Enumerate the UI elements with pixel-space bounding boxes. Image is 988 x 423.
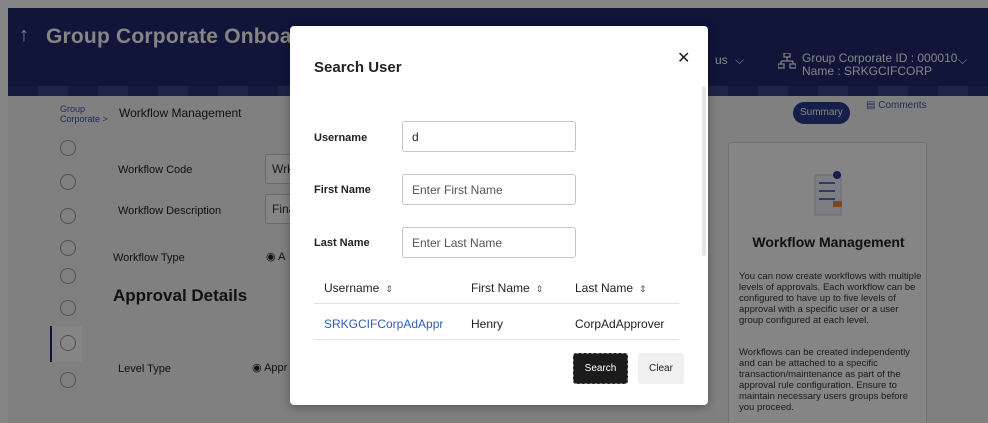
first-name-input[interactable] [402, 174, 576, 205]
column-header-last-name[interactable]: Last Name ⇕ [575, 281, 647, 295]
modal-scrollbar[interactable] [702, 86, 706, 256]
result-first-name: Henry [471, 317, 504, 331]
column-label: Last Name [575, 281, 634, 295]
result-last-name: CorpAdApprover [575, 317, 665, 331]
sort-icon[interactable]: ⇕ [639, 284, 647, 294]
column-header-username[interactable]: Username ⇕ [324, 281, 393, 295]
close-icon[interactable]: ✕ [677, 48, 690, 68]
last-name-label: Last Name [314, 237, 370, 249]
column-header-first-name[interactable]: First Name ⇕ [471, 281, 543, 295]
clear-button[interactable]: Clear [638, 353, 684, 384]
last-name-input[interactable] [402, 227, 576, 258]
username-input[interactable] [402, 121, 576, 152]
table-divider [314, 303, 679, 304]
first-name-label: First Name [314, 184, 371, 196]
table-divider [314, 339, 679, 340]
column-label: Username [324, 281, 380, 295]
sort-icon[interactable]: ⇕ [385, 284, 393, 294]
search-user-modal: Search User ✕ Username First Name Last N… [290, 26, 708, 405]
sort-icon[interactable]: ⇕ [536, 284, 544, 294]
column-label: First Name [471, 281, 530, 295]
modal-title: Search User [314, 59, 402, 76]
result-username-link[interactable]: SRKGCIFCorpAdAppr [324, 317, 443, 331]
username-label: Username [314, 132, 368, 144]
search-button[interactable]: Search [573, 353, 628, 384]
